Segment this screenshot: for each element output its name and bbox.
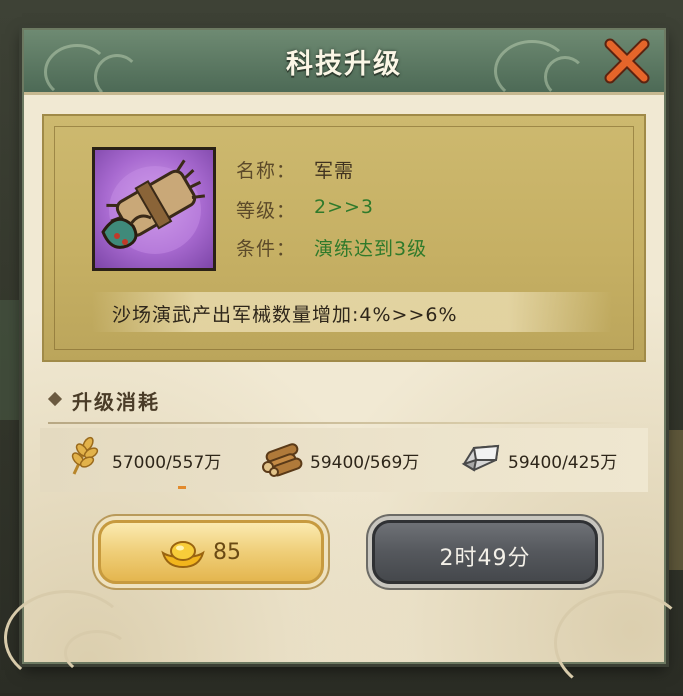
name-value: 军需 bbox=[314, 160, 355, 182]
decor-swirl bbox=[64, 630, 130, 676]
close-button[interactable] bbox=[604, 38, 650, 84]
dialog-header: 科技升级 bbox=[24, 30, 664, 95]
section-divider bbox=[48, 422, 628, 424]
cost-section-title: 升级消耗 bbox=[72, 390, 160, 414]
close-x-icon bbox=[604, 38, 650, 84]
tech-info-panel: 名称： 军需 等级： 2>>3 条件： 演练达到3级 沙场演武产出军械数量增加:… bbox=[42, 114, 646, 362]
iron-ingot-icon bbox=[458, 434, 502, 478]
level-label: 等级： bbox=[236, 200, 297, 222]
upgrade-time: 2时49分 bbox=[439, 546, 531, 571]
gold-cost: 85 bbox=[213, 540, 241, 565]
effect-description: 沙场演武产出军械数量增加:4%>>6% bbox=[112, 304, 458, 326]
decor-swirl bbox=[554, 590, 683, 696]
condition-value: 演练达到3级 bbox=[314, 238, 428, 260]
wood-logs-icon bbox=[260, 434, 304, 478]
condition-label: 条件： bbox=[236, 238, 297, 260]
gold-upgrade-button[interactable]: 85 bbox=[98, 520, 324, 584]
level-value: 2>>3 bbox=[314, 196, 375, 218]
military-supplies-icon bbox=[92, 147, 216, 271]
gold-ingot-icon bbox=[161, 541, 205, 569]
wheat-icon bbox=[62, 434, 106, 478]
dialog-title: 科技升级 bbox=[286, 49, 402, 80]
time-upgrade-button[interactable]: 2时49分 bbox=[372, 520, 598, 584]
wheat-cost: 57000/557万 bbox=[112, 453, 222, 473]
scroll-indicator bbox=[178, 486, 186, 489]
iron-cost: 59400/425万 bbox=[508, 453, 618, 473]
name-label: 名称： bbox=[236, 160, 297, 182]
wood-cost: 59400/569万 bbox=[310, 453, 420, 473]
tech-upgrade-dialog: 科技升级 名称： 军需 等级： 2>>3 条件： 演练达到3级 沙场演武产出军械… bbox=[4, 28, 683, 696]
